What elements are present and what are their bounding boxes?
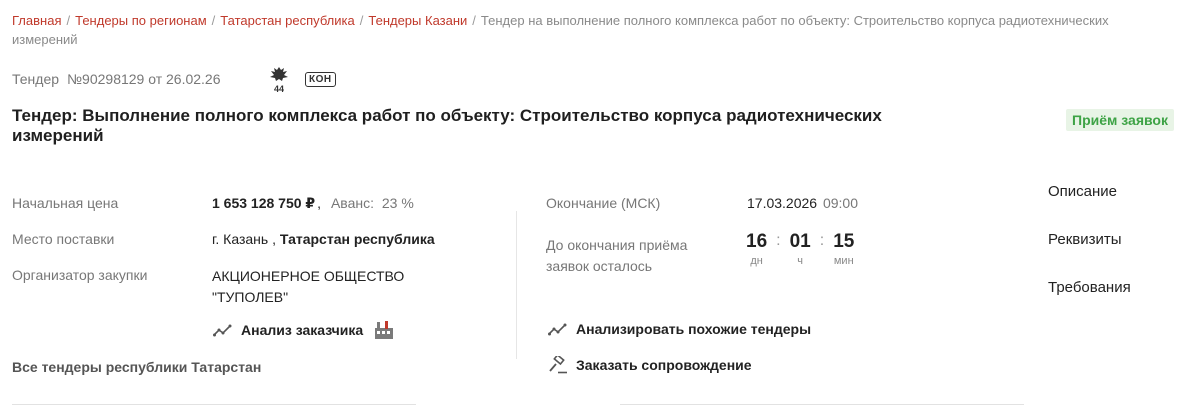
end-date-row: 17.03.2026 09:00 <box>747 195 858 211</box>
timer-minutes-caption: мин <box>833 255 854 267</box>
tender-meta: Тендер №90298129 от 26.02.26 <box>12 71 221 87</box>
breadcrumb-separator: / <box>211 13 216 28</box>
end-date-label: Окончание (МСК) <box>546 195 661 211</box>
side-nav-description[interactable]: Описание <box>1048 183 1117 200</box>
timer-separator: : <box>819 232 825 249</box>
timer-minutes: 15 мин <box>833 231 855 268</box>
bottom-divider-right <box>620 404 1024 405</box>
gavel-icon <box>549 356 567 374</box>
delivery-region: Татарстан республика <box>279 231 435 247</box>
breadcrumb-regions[interactable]: Тендеры по регионам <box>75 13 207 28</box>
analyze-similar-link[interactable]: Анализировать похожие тендеры <box>548 321 811 337</box>
analyze-similar-label: Анализировать похожие тендеры <box>576 321 812 337</box>
timer-days-value: 16 <box>746 231 768 252</box>
timer-days-caption: дн <box>750 255 763 267</box>
side-nav-requisites[interactable]: Реквизиты <box>1048 231 1122 248</box>
breadcrumb-kazan[interactable]: Тендеры Казани <box>368 13 467 28</box>
order-support-label: Заказать сопровождение <box>576 357 752 373</box>
customer-analysis-link[interactable]: Анализ заказчика <box>213 320 403 340</box>
timer-hours-value: 01 <box>789 231 811 252</box>
customer-analysis-label: Анализ заказчика <box>241 322 364 338</box>
status-badge: Приём заявок <box>1066 109 1174 131</box>
tender-label: Тендер <box>12 71 60 87</box>
advance-value: 23 % <box>381 195 414 211</box>
timer-days: 16 дн <box>746 231 768 268</box>
timer-separator: : <box>776 232 781 249</box>
delivery-row: г. Казань , Татарстан республика <box>212 231 435 247</box>
price-label: Начальная цена <box>12 195 119 211</box>
remaining-label: До окончания приёма заявок осталось <box>546 237 688 274</box>
order-support-link[interactable]: Заказать сопровождение <box>548 356 752 374</box>
organizer-label: Организатор закупки <box>12 267 148 283</box>
countdown-timer: 16 дн : 01 ч : 15 мин <box>746 231 855 268</box>
timer-hours: 01 ч <box>789 231 811 268</box>
end-date: 17.03.2026 <box>747 195 818 211</box>
timer-minutes-value: 15 <box>833 231 855 252</box>
trend-icon <box>548 323 567 336</box>
breadcrumb-separator: / <box>472 13 476 28</box>
price-value: 1 653 128 750 ₽ <box>212 195 316 211</box>
factory-icon <box>375 321 394 339</box>
bottom-divider-left <box>12 404 416 405</box>
tender-number: №90298129 от 26.02.26 <box>67 71 221 87</box>
breadcrumb-home[interactable]: Главная <box>12 13 61 28</box>
law-44-emblem-icon: 44 <box>268 66 290 94</box>
breadcrumb-separator: / <box>66 13 71 28</box>
end-time: 09:00 <box>822 195 859 211</box>
organizer-value[interactable]: АКЦИОНЕРНОЕ ОБЩЕСТВО "ТУПОЛЕВ" <box>212 266 432 308</box>
side-nav-requirements[interactable]: Требования <box>1048 279 1131 296</box>
price-row: 1 653 128 750 ₽, Аванс: 23 % <box>212 195 414 211</box>
breadcrumb: Главная / Тендеры по регионам / Татарстан ре… <box>12 11 1132 49</box>
all-region-tenders-link[interactable]: Все тендеры республики Татарстан <box>12 359 261 375</box>
delivery-city: г. Казань <box>212 231 269 247</box>
procedure-type-badge: КОН <box>305 72 336 87</box>
breadcrumb-separator: / <box>359 13 364 28</box>
delivery-label: Место поставки <box>12 231 115 247</box>
page-title: Тендер: Выполнение полного комплекса раб… <box>12 106 882 145</box>
column-divider <box>516 211 517 359</box>
breadcrumb-tatarstan[interactable]: Татарстан республика <box>220 13 354 28</box>
timer-hours-caption: ч <box>797 255 804 267</box>
trend-icon <box>213 324 232 337</box>
law-icon-number: 44 <box>274 84 284 94</box>
advance-label: Аванс: <box>330 195 374 211</box>
